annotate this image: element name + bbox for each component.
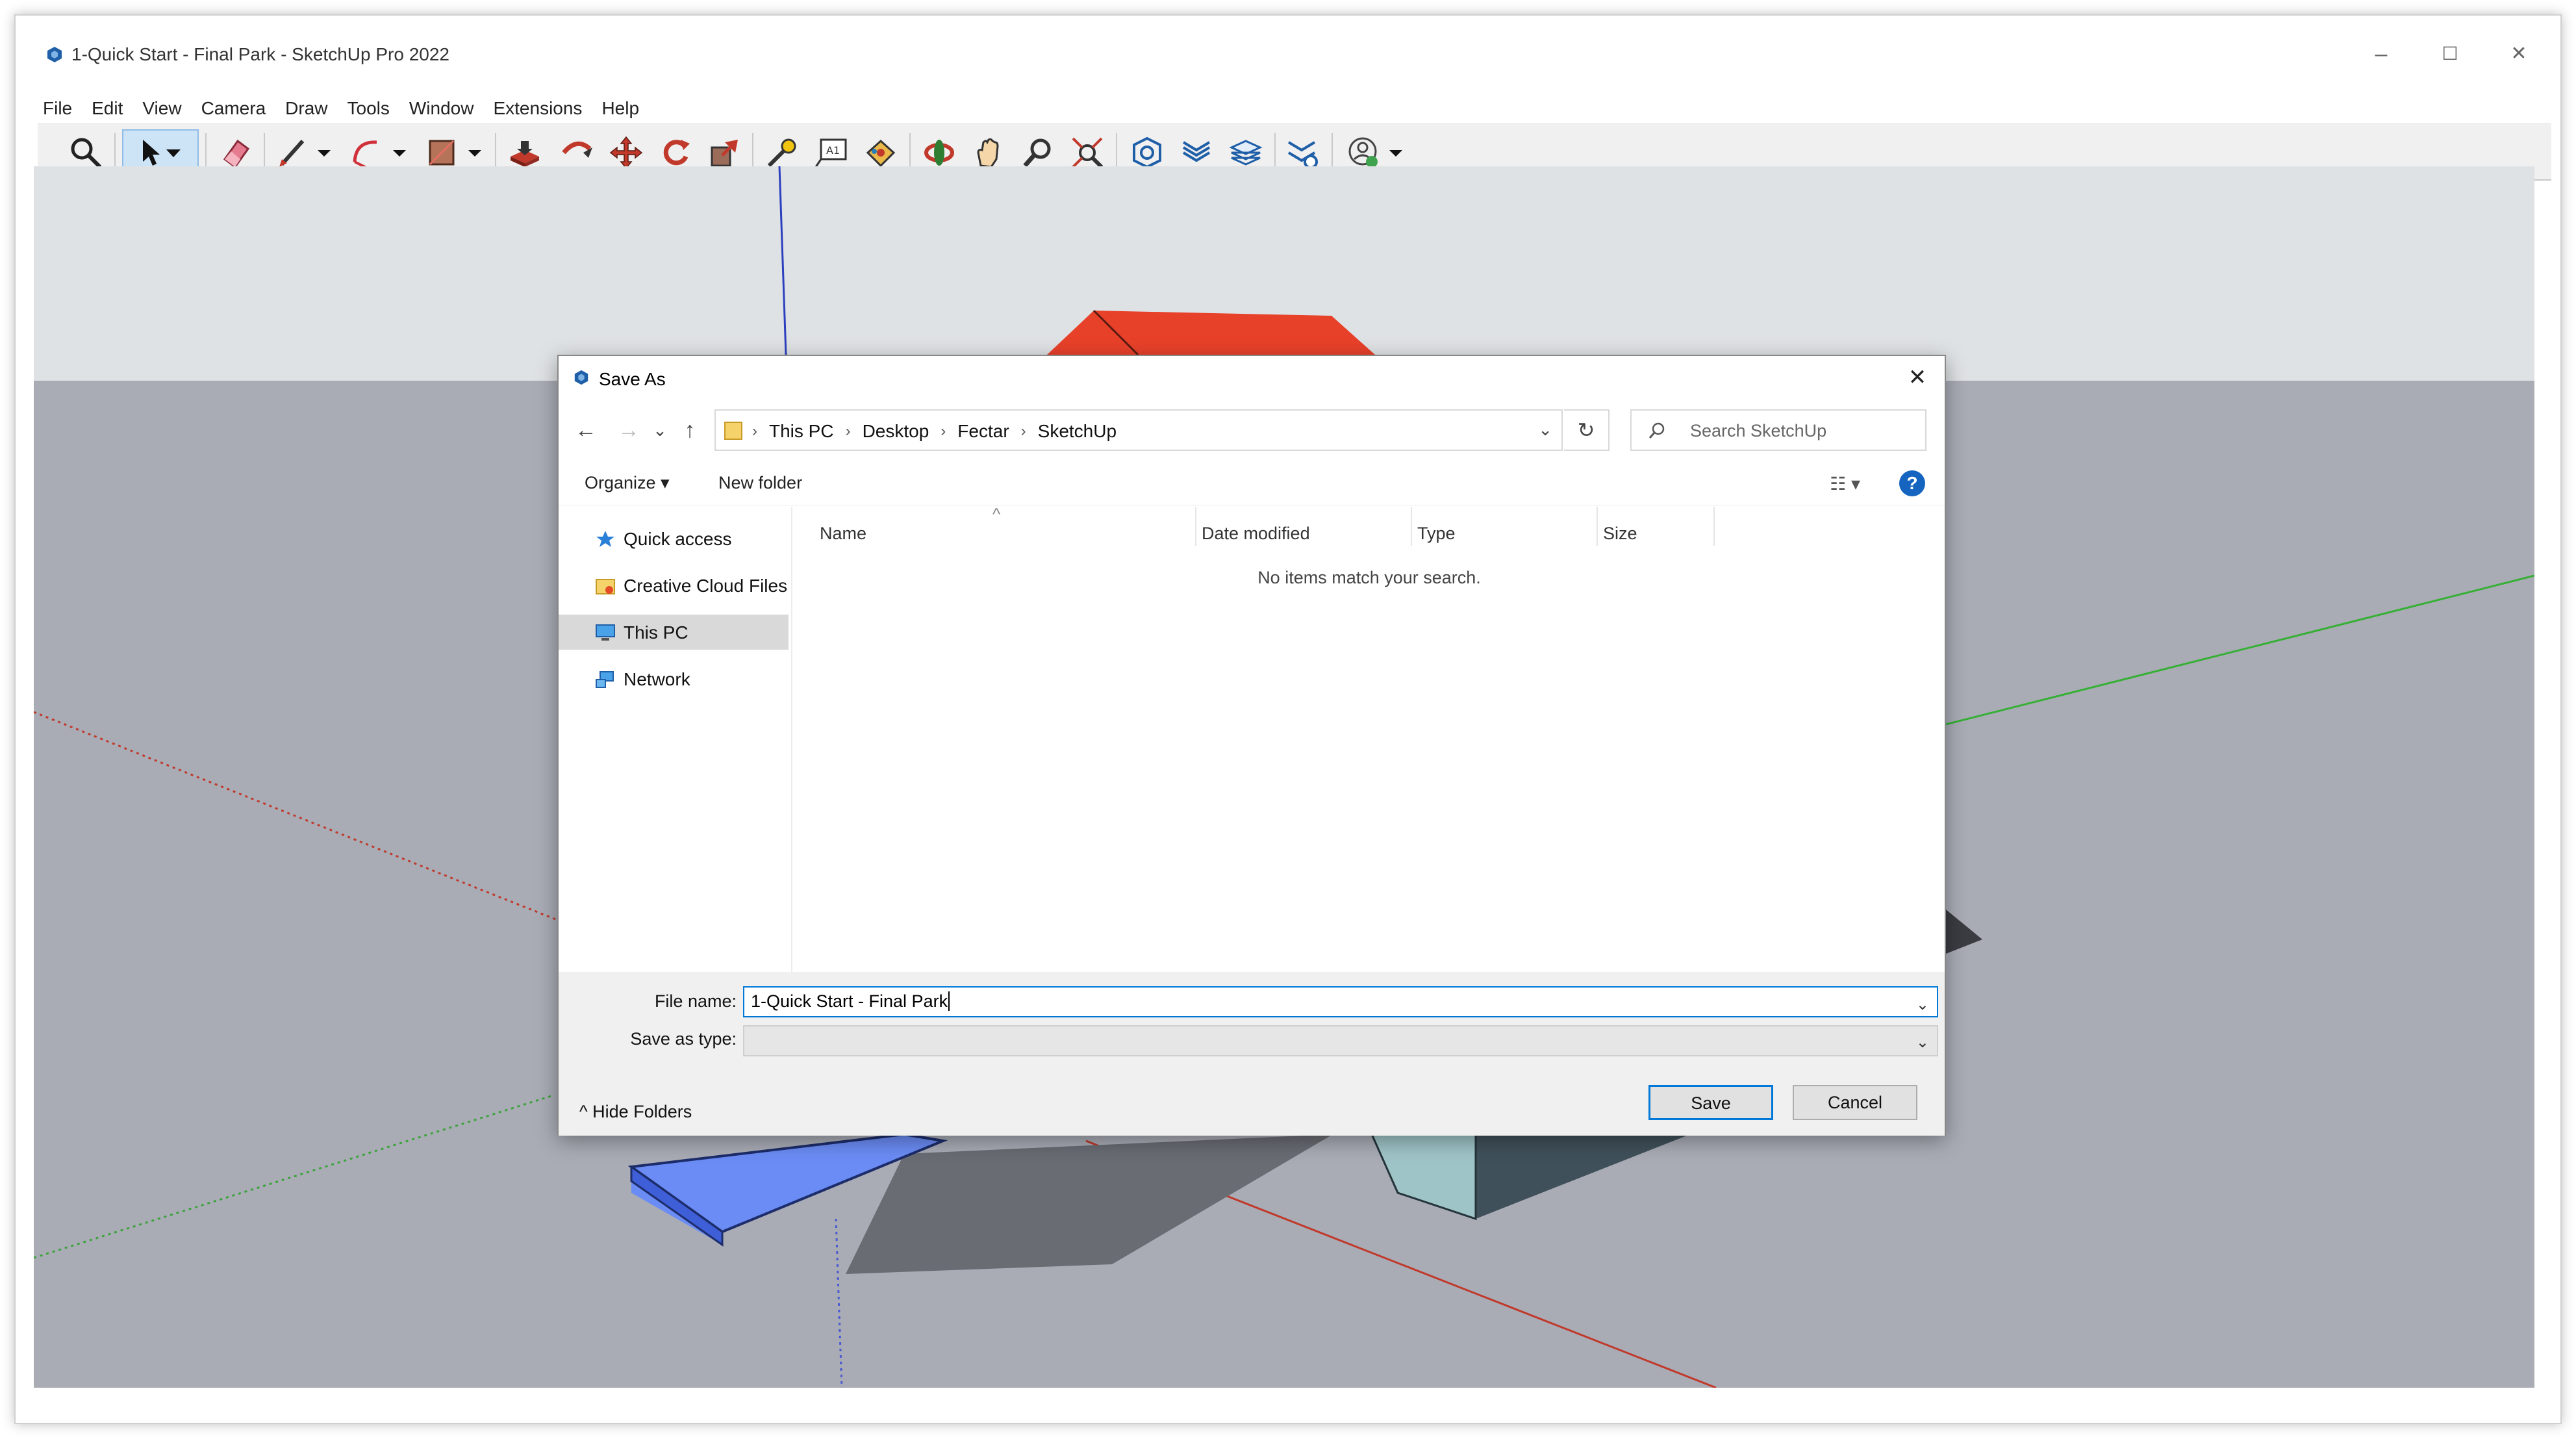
breadcrumb-separator: ›: [941, 422, 946, 440]
menu-file[interactable]: File: [43, 94, 72, 123]
save-as-type-select[interactable]: ⌄: [743, 1025, 1938, 1056]
dialog-close-button[interactable]: ✕: [1904, 361, 1930, 394]
menu-help[interactable]: Help: [601, 94, 639, 123]
address-bar[interactable]: › This PC › Desktop › Fectar › SketchUp …: [714, 409, 1563, 451]
file-name-input[interactable]: 1-Quick Start - Final Park ⌄: [743, 986, 1938, 1017]
chevron-down-icon: [166, 149, 181, 157]
nav-item-label: Creative Cloud Files: [624, 576, 788, 596]
breadcrumb-separator: ›: [1020, 422, 1026, 440]
chevron-down-icon[interactable]: ⌄: [1916, 1033, 1929, 1052]
chevron-down-icon: [318, 150, 331, 157]
breadcrumb-separator: ›: [845, 422, 851, 440]
empty-message: No items match your search.: [1257, 568, 1481, 587]
breadcrumb-separator: ›: [752, 422, 757, 440]
chevron-down-icon: [1389, 150, 1402, 157]
breadcrumb-desktop[interactable]: Desktop: [863, 421, 929, 442]
save-button[interactable]: Save: [1648, 1085, 1773, 1120]
breadcrumb-this-pc[interactable]: This PC: [769, 421, 834, 442]
column-header-type[interactable]: Type: [1417, 524, 1456, 552]
search-placeholder: Search SketchUp: [1690, 421, 1827, 440]
sketchup-logo-icon: [574, 370, 588, 385]
window-title: 1-Quick Start - Final Park - SketchUp Pr…: [71, 44, 449, 64]
chevron-down-icon: [393, 150, 406, 157]
address-dropdown-button[interactable]: ⌄: [1538, 420, 1552, 440]
column-divider[interactable]: [1713, 507, 1715, 546]
red-roof: [1047, 311, 1375, 355]
save-as-type-label: Save as type:: [630, 1029, 737, 1049]
creative-cloud-folder-icon: [596, 579, 615, 594]
chevron-down-icon[interactable]: ⌄: [1916, 995, 1929, 1014]
title-bar: 1-Quick Start - Final Park - SketchUp Pr…: [16, 16, 2560, 70]
nav-item-network[interactable]: Network: [559, 661, 789, 696]
new-folder-button[interactable]: New folder: [718, 473, 802, 493]
sort-indicator: ^: [992, 504, 1001, 524]
command-bar: Organize ▾ New folder ☷ ▾ ?: [559, 460, 1945, 505]
breadcrumb: › This PC › Desktop › Fectar › SketchUp: [752, 420, 1117, 443]
hide-folders-button[interactable]: ^ Hide Folders: [579, 1102, 692, 1122]
file-name-label: File name:: [654, 991, 737, 1011]
nav-item-quick-access[interactable]: Quick access: [559, 521, 789, 556]
nav-item-label: Quick access: [624, 529, 732, 549]
minimize-button[interactable]: –: [2362, 38, 2401, 70]
menu-view[interactable]: View: [142, 94, 181, 123]
folder-icon: [724, 422, 742, 440]
menu-tools[interactable]: Tools: [347, 94, 390, 123]
change-view-button[interactable]: ☷ ▾: [1830, 473, 1860, 494]
save-options: File name: 1-Quick Start - Final Park ⌄ …: [559, 972, 1945, 1136]
menu-extensions[interactable]: Extensions: [493, 94, 582, 123]
nav-item-label: This PC: [624, 622, 688, 643]
forward-button[interactable]: →: [614, 416, 643, 444]
menu-draw[interactable]: Draw: [285, 94, 327, 123]
menu-window[interactable]: Window: [409, 94, 474, 123]
star-icon: [596, 531, 614, 547]
file-name-value: 1-Quick Start - Final Park: [751, 991, 948, 1011]
search-box[interactable]: Search SketchUp: [1630, 409, 1926, 451]
menu-camera[interactable]: Camera: [201, 94, 266, 123]
refresh-button[interactable]: ↻: [1564, 409, 1610, 451]
file-list: ^ Name Date modified Type Size No items …: [794, 504, 1945, 972]
maximize-button[interactable]: ☐: [2431, 38, 2469, 70]
navigation-pane: Quick access Creative Cloud Files This P…: [559, 507, 792, 972]
organize-button[interactable]: Organize ▾: [585, 473, 670, 493]
up-button[interactable]: ↑: [676, 416, 704, 444]
column-divider[interactable]: [1597, 507, 1598, 546]
help-button[interactable]: ?: [1899, 470, 1925, 496]
breadcrumb-sketchup[interactable]: SketchUp: [1038, 421, 1117, 442]
network-icon: [596, 671, 614, 688]
nav-item-this-pc[interactable]: This PC: [559, 615, 789, 650]
column-header-date-modified[interactable]: Date modified: [1202, 524, 1310, 552]
column-divider[interactable]: [1195, 507, 1196, 546]
breadcrumb-fectar[interactable]: Fectar: [957, 421, 1009, 442]
column-divider[interactable]: [1411, 507, 1412, 546]
menu-bar: File Edit View Camera Draw Tools Window …: [43, 94, 659, 123]
menu-edit[interactable]: Edit: [92, 94, 123, 123]
cancel-button[interactable]: Cancel: [1793, 1085, 1917, 1120]
search-icon: [1648, 422, 1665, 439]
close-button[interactable]: ✕: [2499, 38, 2538, 70]
dialog-title: Save As: [599, 369, 666, 389]
column-header-name[interactable]: Name: [820, 524, 866, 552]
recent-locations-button[interactable]: ⌄: [646, 416, 674, 444]
save-as-dialog: Save As ✕ ← → ⌄ ↑ › This PC › Desktop › …: [557, 355, 1946, 1136]
svg-text:A1: A1: [826, 144, 840, 157]
column-header-size[interactable]: Size: [1603, 524, 1637, 552]
nav-item-label: Network: [624, 669, 690, 689]
chevron-down-icon: [468, 150, 481, 157]
nav-item-creative-cloud-files[interactable]: Creative Cloud Files: [559, 568, 789, 603]
computer-icon: [596, 624, 615, 641]
text-cursor: [948, 991, 950, 1011]
back-button[interactable]: ←: [572, 416, 600, 444]
sketchup-logo-icon: [47, 47, 62, 62]
